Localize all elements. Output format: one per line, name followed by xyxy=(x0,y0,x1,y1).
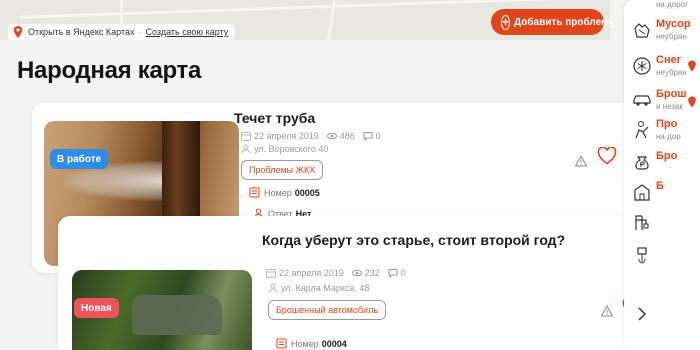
category-tag[interactable]: Брошенный автомобиль xyxy=(268,300,387,320)
address-text: ул. Карла Маркса, 48 xyxy=(281,283,370,293)
problem-date: 22 апреля 2019 xyxy=(279,268,344,278)
comments-icon xyxy=(388,269,398,278)
comments-count: 0 xyxy=(375,131,381,141)
calendar-icon xyxy=(266,269,276,278)
category-subtitle: неубран xyxy=(656,32,687,41)
category-subtitle: и незак xyxy=(656,102,683,111)
problem-meta: 22 апреля 2019 486 0 xyxy=(241,131,389,141)
chevron-right-icon[interactable] xyxy=(634,306,650,322)
person-pin-icon xyxy=(241,144,251,154)
views-count: 232 xyxy=(364,268,380,278)
problem-title[interactable]: Когда уберут это старье, стоит второй го… xyxy=(262,232,565,248)
category-title: Снег xyxy=(656,54,682,66)
separator: · xyxy=(138,27,142,37)
status-badge: Новая xyxy=(74,298,119,318)
category-title: Мусор xyxy=(656,18,691,30)
report-warning-icon[interactable] xyxy=(601,305,613,317)
category-tag[interactable]: Проблемы ЖКХ xyxy=(241,160,324,180)
add-problem-label: Добавить проблему xyxy=(514,16,614,28)
category-item-roads[interactable]: Про на дор xyxy=(632,116,700,146)
page-title: Народная карта xyxy=(17,57,202,84)
eye-icon xyxy=(326,132,337,140)
person-pin-icon xyxy=(268,283,278,293)
photo-detail xyxy=(132,295,222,335)
category-title: Брош xyxy=(656,88,687,100)
address-text: ул. Воровского 40 xyxy=(254,144,329,154)
category-subtitle: неубран xyxy=(656,68,687,77)
plus-icon: + xyxy=(501,14,511,30)
category-item-construction[interactable] xyxy=(632,208,700,238)
number-value: 00005 xyxy=(294,187,320,198)
ruble-bag-icon xyxy=(635,156,649,170)
calendar-icon xyxy=(241,132,251,141)
report-warning-icon[interactable] xyxy=(575,155,587,167)
add-problem-button[interactable]: + Добавить проблему xyxy=(491,9,614,35)
problem-meta: 22 апреля 2019 232 0 xyxy=(266,268,414,278)
category-title: Б xyxy=(656,180,664,192)
problem-title[interactable]: Течет труба xyxy=(234,110,315,126)
tools-icon xyxy=(635,215,649,230)
number-label: Номер xyxy=(264,187,292,198)
open-in-yandex-link[interactable]: Открыть в Яндекс Картах xyxy=(28,27,134,37)
comments-icon xyxy=(363,132,373,141)
comments-count: 0 xyxy=(400,268,406,278)
map-pin-icon xyxy=(13,26,23,38)
category-title: Про xyxy=(656,118,678,130)
category-item-buildings[interactable]: Б xyxy=(632,178,700,208)
views-count: 486 xyxy=(339,131,355,141)
trash-icon xyxy=(634,23,650,38)
category-item-trash[interactable]: Мусор неубран xyxy=(632,16,700,46)
car-icon xyxy=(633,95,651,106)
water-pipe-icon[interactable] xyxy=(632,246,652,266)
problem-number: Номер 00004 xyxy=(276,338,347,349)
category-sidebar: на дорог Мусор неубран Снег неубран Брош… xyxy=(624,0,700,350)
category-title: Бро xyxy=(656,150,678,162)
snowflake-icon xyxy=(633,57,651,75)
category-item-budget[interactable]: Бро xyxy=(632,148,700,178)
problem-address: ул. Карла Маркса, 48 xyxy=(268,283,369,293)
status-badge: В работе xyxy=(50,149,109,169)
category-subtitle: на дорог xyxy=(656,0,689,9)
like-heart-icon[interactable] xyxy=(597,147,617,165)
category-subtitle: на дор xyxy=(656,132,681,141)
map-pin-icon[interactable] xyxy=(686,96,698,108)
problem-address: ул. Воровского 40 xyxy=(241,144,328,154)
building-icon xyxy=(634,184,650,201)
document-icon xyxy=(276,338,287,349)
yandex-maps-bar: Открыть в Яндекс Картах · Создать свою к… xyxy=(8,24,235,40)
problem-number: Номер 00005 xyxy=(249,187,320,198)
number-label: Номер xyxy=(291,338,319,349)
document-icon xyxy=(249,187,260,198)
eye-icon xyxy=(351,269,362,277)
map-pin-icon[interactable] xyxy=(686,60,698,72)
road-worker-icon xyxy=(635,121,649,139)
number-value: 00004 xyxy=(321,338,347,349)
create-map-link[interactable]: Создать свою карту xyxy=(145,27,228,37)
problem-date: 22 апреля 2019 xyxy=(254,131,319,141)
